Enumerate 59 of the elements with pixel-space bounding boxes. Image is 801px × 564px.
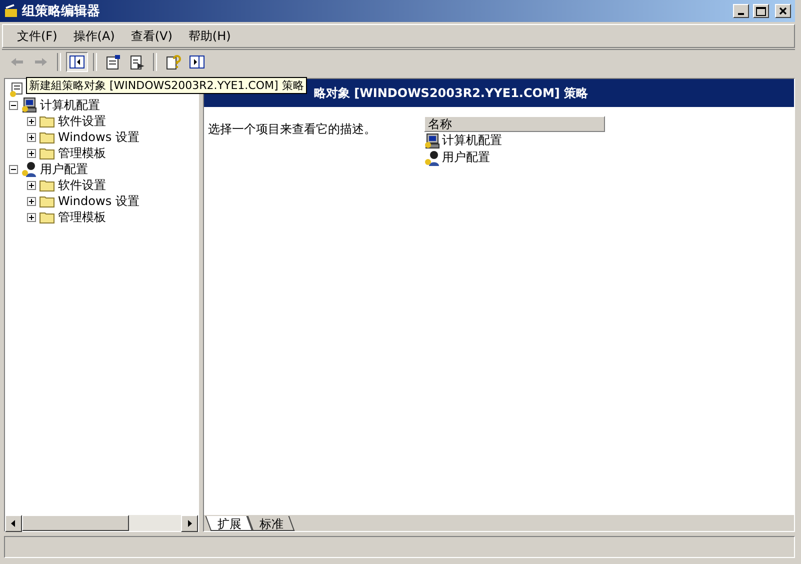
menu-item[interactable]: 文件(F) <box>9 26 66 46</box>
menu-item[interactable]: 查看(V) <box>122 26 180 46</box>
tree-item[interactable]: 软件设置 <box>58 112 106 130</box>
back-arrow-icon <box>10 57 24 67</box>
right-triangle-icon <box>187 520 192 527</box>
expand-toggle[interactable] <box>27 212 36 222</box>
expand-toggle[interactable] <box>27 180 36 190</box>
scroll-right-button[interactable] <box>181 515 198 532</box>
list-export-icon <box>129 54 145 70</box>
app-icon <box>4 4 18 18</box>
folder-icon <box>39 178 55 192</box>
folder-icon <box>39 114 55 128</box>
tree-pane-icon <box>69 55 85 69</box>
collapse-toggle[interactable] <box>9 100 18 110</box>
expand-toggle[interactable] <box>27 132 36 142</box>
expand-toggle[interactable] <box>27 148 36 158</box>
help-icon <box>165 54 181 70</box>
tree-item[interactable]: 管理模板 <box>58 144 106 162</box>
user-icon <box>21 161 37 177</box>
minimize-button[interactable] <box>733 4 749 18</box>
folder-icon <box>39 210 55 224</box>
tooltip: 新建組策略对象 [WINDOWS2003R2.YYE1.COM] 策略 <box>26 77 307 94</box>
tree-item[interactable]: 用户配置 <box>40 160 88 178</box>
tree-item[interactable]: Windows 设置 <box>58 128 140 146</box>
expand-toggle[interactable] <box>27 116 36 126</box>
menu-item[interactable]: 帮助(H) <box>180 26 239 46</box>
properties-icon <box>105 54 121 70</box>
scroll-left-button[interactable] <box>5 515 22 532</box>
tree-item[interactable]: 软件设置 <box>58 176 106 194</box>
view-tab[interactable]: 标准 <box>247 516 295 531</box>
scroll-icon <box>9 81 25 97</box>
computer-icon <box>424 132 440 148</box>
expand-toggle[interactable] <box>27 196 36 206</box>
close-icon <box>779 7 787 15</box>
action-pane-icon <box>189 55 205 69</box>
user-icon <box>424 150 440 166</box>
list-item[interactable]: 计算机配置 <box>442 132 502 149</box>
collapse-toggle[interactable] <box>9 164 18 174</box>
description-text: 选择一个项目来查看它的描述。 <box>207 121 377 138</box>
window-title: 组策略编辑器 <box>22 2 101 20</box>
tree-item[interactable]: 管理模板 <box>58 208 106 226</box>
toolbar-button[interactable] <box>66 52 88 72</box>
maximize-button[interactable] <box>753 4 769 18</box>
maximize-icon <box>756 6 766 16</box>
folder-icon <box>39 194 55 208</box>
tree-item[interactable]: 计算机配置 <box>40 96 100 114</box>
close-button[interactable] <box>775 4 791 18</box>
computer-icon <box>21 97 37 113</box>
folder-icon <box>39 146 55 160</box>
left-triangle-icon <box>11 520 16 527</box>
view-tab[interactable]: 扩展 <box>205 516 253 531</box>
list-item[interactable]: 用户配置 <box>442 149 490 166</box>
folder-icon <box>39 130 55 144</box>
column-header[interactable]: 名称 <box>424 116 605 132</box>
scrollbar-thumb[interactable] <box>22 515 129 531</box>
forward-arrow-icon <box>34 57 48 67</box>
menu-item[interactable]: 操作(A) <box>65 26 123 46</box>
header-title: 略对象 [WINDOWS2003R2.YYE1.COM] 策略 <box>314 84 588 102</box>
tree-item[interactable]: Windows 设置 <box>58 192 140 210</box>
